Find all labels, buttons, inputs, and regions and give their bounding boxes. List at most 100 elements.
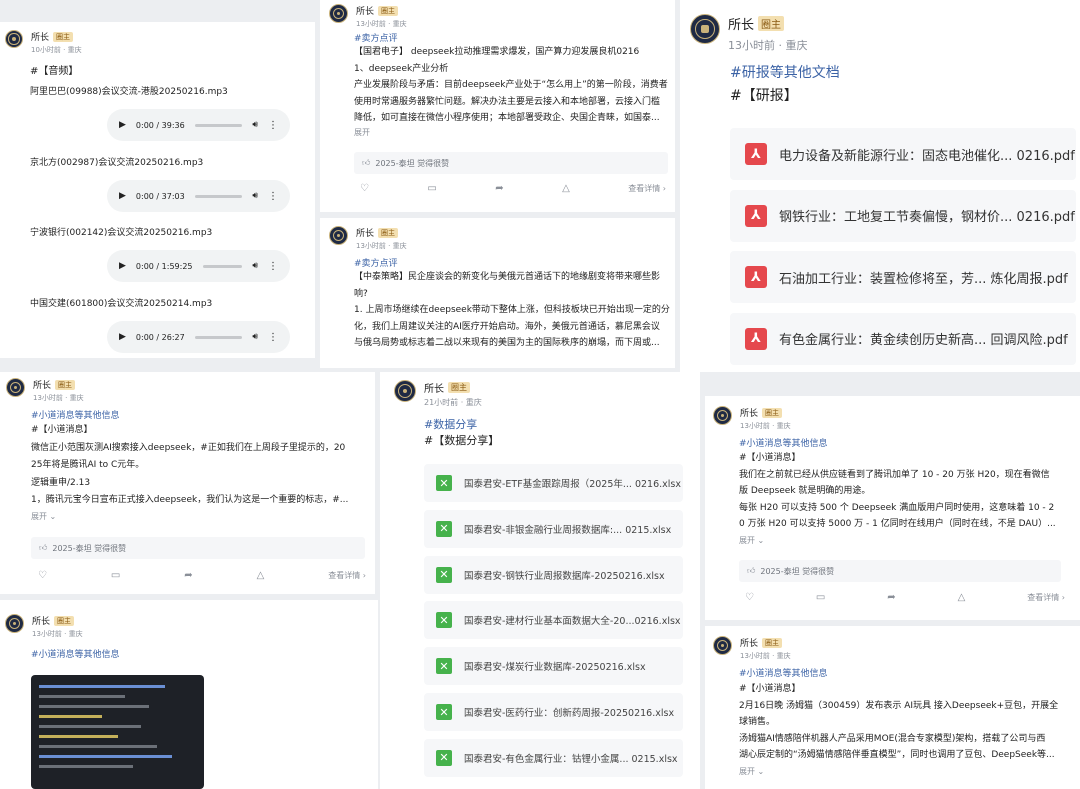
expand-link[interactable]: 展开 ⌄ bbox=[31, 511, 56, 522]
author-name[interactable]: 所长 bbox=[33, 378, 51, 391]
author-name[interactable]: 所长 bbox=[32, 614, 50, 627]
author-name[interactable]: 所长 bbox=[740, 406, 758, 419]
audio-player[interactable]: ▶ 0:00 / 26:27 🔊︎ ⋮ bbox=[107, 321, 290, 353]
volume-icon[interactable]: 🔊︎ bbox=[252, 332, 258, 342]
expand-link[interactable]: 展开 ⌄ bbox=[739, 766, 764, 777]
report-icon[interactable]: △ bbox=[257, 570, 265, 581]
comment-icon[interactable]: ▭ bbox=[111, 570, 120, 581]
author-avatar[interactable] bbox=[5, 614, 24, 633]
excel-file-icon: ✕ bbox=[436, 658, 452, 675]
thumbs-up-icon: 👍︎ bbox=[39, 543, 48, 552]
author-name[interactable]: 所长 bbox=[728, 14, 754, 33]
author-avatar[interactable] bbox=[394, 380, 416, 402]
excel-file-icon: ✕ bbox=[436, 704, 452, 720]
post-time: 13小时前 · 重庆 bbox=[728, 39, 808, 52]
post-text-line: 1. 上周市场继续在deepseek带动下整体上涨，但科技板块已开始出现一定的分 bbox=[354, 305, 670, 315]
post-tag[interactable]: #小道消息等其他信息 bbox=[31, 408, 120, 421]
post-tag[interactable]: #卖方点评 bbox=[354, 31, 398, 44]
pdf-attachment[interactable]: ⅄ 石油加工行业：装置检修将至，芳... 炼化周报.pdf bbox=[730, 251, 1076, 303]
owner-badge: 圈主 bbox=[762, 407, 783, 418]
post-tag[interactable]: #研报等其他文档 bbox=[730, 62, 840, 82]
expand-link[interactable]: 展开 ⌄ bbox=[739, 535, 764, 546]
post-image-thumbnail[interactable] bbox=[31, 675, 204, 789]
audio-time: 0:00 / 37:03 bbox=[135, 191, 185, 201]
author-name[interactable]: 所长 bbox=[356, 4, 374, 17]
audio-progress[interactable] bbox=[194, 194, 243, 198]
xlsx-attachment[interactable]: ✕ 国泰君安-ETF基金跟踪周报（2025年... 0216.xlsx bbox=[424, 464, 683, 502]
audio-player[interactable]: ▶ 0:00 / 1:59:25 🔊︎ ⋮ bbox=[107, 250, 290, 282]
volume-icon[interactable]: 🔊︎ bbox=[252, 120, 258, 130]
more-options-icon[interactable]: ⋮ bbox=[268, 191, 278, 202]
audio-file-name: 中国交建(601800)会议交流20250214.mp3 bbox=[30, 299, 213, 309]
author-name[interactable]: 所长 bbox=[31, 30, 49, 43]
xlsx-attachment[interactable]: ✕ 国泰君安-建材行业基本面数据大全-20...0216.xlsx bbox=[424, 601, 683, 640]
pdf-attachment[interactable]: ⅄ 钢铁行业：工地复工节奏偏慢，钢材价... 0216.pdf bbox=[730, 189, 1076, 242]
view-detail-link[interactable]: 查看详情 › bbox=[628, 183, 666, 194]
like-icon[interactable]: ♡ bbox=[360, 183, 369, 194]
author-avatar[interactable] bbox=[5, 30, 23, 48]
author-avatar[interactable] bbox=[329, 226, 348, 245]
author-name[interactable]: 所长 bbox=[740, 636, 758, 649]
play-icon[interactable]: ▶ bbox=[119, 120, 126, 130]
post-tag[interactable]: #数据分享 bbox=[424, 416, 477, 432]
xlsx-attachment[interactable]: ✕ 国泰君安-医药行业：创新药周报-20250216.xlsx bbox=[424, 693, 683, 731]
post-time: 21小时前 · 重庆 bbox=[424, 398, 482, 407]
author-avatar[interactable] bbox=[713, 406, 732, 425]
play-icon[interactable]: ▶ bbox=[119, 191, 126, 201]
audio-progress[interactable] bbox=[194, 123, 243, 127]
report-icon[interactable]: △ bbox=[958, 592, 966, 603]
more-options-icon[interactable]: ⋮ bbox=[268, 261, 278, 272]
post-tag[interactable]: #小道消息等其他信息 bbox=[739, 666, 828, 679]
audio-player[interactable]: ▶ 0:00 / 39:36 🔊︎ ⋮ bbox=[107, 109, 290, 141]
audio-progress[interactable] bbox=[202, 264, 243, 268]
post-tag[interactable]: #小道消息等其他信息 bbox=[739, 436, 828, 449]
post-card-data: 所长 圈主 21小时前 · 重庆 #数据分享 #【数据分享】 ✕ 国泰君安-ETF基… bbox=[380, 372, 700, 789]
audio-file-name: 京北方(002987)会议交流20250216.mp3 bbox=[30, 158, 204, 168]
owner-badge: 圈主 bbox=[55, 379, 76, 390]
author-name[interactable]: 所长 bbox=[424, 380, 444, 395]
action-bar: ♡ ▭ ➦ △ 查看详情 › bbox=[745, 592, 1065, 603]
thumbs-up-icon: 👍︎ bbox=[747, 566, 756, 575]
pdf-attachment[interactable]: ⅄ 有色金属行业：黄金续创历史新高... 回调风险.pdf bbox=[730, 312, 1076, 365]
excel-file-icon: ✕ bbox=[436, 520, 452, 537]
author-avatar[interactable] bbox=[690, 14, 720, 44]
post-tag[interactable]: #小道消息等其他信息 bbox=[31, 647, 120, 660]
more-options-icon[interactable]: ⋮ bbox=[268, 120, 278, 131]
report-icon[interactable]: △ bbox=[562, 183, 570, 194]
pdf-attachment[interactable]: ⅄ 电力设备及新能源行业：固态电池催化... 0216.pdf bbox=[730, 128, 1076, 180]
play-icon[interactable]: ▶ bbox=[119, 332, 126, 342]
attachment-name: 国泰君安-非银金融行业周报数据库:... 0215.xlsx bbox=[464, 524, 672, 536]
comment-icon[interactable]: ▭ bbox=[427, 183, 436, 194]
xlsx-attachment[interactable]: ✕ 国泰君安-钢铁行业周报数据库-20250216.xlsx bbox=[424, 555, 683, 594]
author-avatar[interactable] bbox=[6, 378, 25, 397]
volume-icon[interactable]: 🔊︎ bbox=[252, 261, 258, 271]
play-icon[interactable]: ▶ bbox=[119, 261, 126, 271]
post-tag[interactable]: #卖方点评 bbox=[354, 256, 398, 269]
xlsx-attachment[interactable]: ✕ 国泰君安-有色金属行业：钴锂小金属... 0215.xlsx bbox=[424, 738, 683, 777]
like-icon[interactable]: ♡ bbox=[38, 570, 47, 581]
author-avatar[interactable] bbox=[713, 636, 732, 655]
author-avatar[interactable] bbox=[329, 4, 348, 23]
xlsx-attachment[interactable]: ✕ 国泰君安-非银金融行业周报数据库:... 0215.xlsx bbox=[424, 509, 683, 548]
like-text: 2025-泰坦 觉得很赞 bbox=[760, 566, 835, 576]
expand-link[interactable]: 展开 bbox=[354, 127, 370, 138]
share-icon[interactable]: ➦ bbox=[495, 183, 503, 194]
post-card-tomcat: 所长 圈主 13小时前 · 重庆 #小道消息等其他信息 #【小道消息】 2月16日晚… bbox=[705, 626, 1080, 789]
share-icon[interactable]: ➦ bbox=[887, 592, 895, 603]
like-icon[interactable]: ♡ bbox=[745, 592, 754, 603]
post-text-line: 逻辑重申/2.13 bbox=[31, 477, 91, 488]
like-text: 2025-泰坦 觉得很赞 bbox=[375, 158, 450, 168]
more-options-icon[interactable]: ⋮ bbox=[268, 332, 278, 343]
owner-badge: 圈主 bbox=[758, 16, 785, 31]
view-detail-link[interactable]: 查看详情 › bbox=[1027, 592, 1065, 603]
audio-progress[interactable] bbox=[194, 335, 243, 339]
view-detail-link[interactable]: 查看详情 › bbox=[328, 570, 366, 581]
pdf-file-icon: ⅄ bbox=[745, 204, 767, 227]
comment-icon[interactable]: ▭ bbox=[816, 592, 825, 603]
xlsx-attachment[interactable]: ✕ 国泰君安-煤炭行业数据库-20250216.xlsx bbox=[424, 647, 683, 686]
audio-player[interactable]: ▶ 0:00 / 37:03 🔊︎ ⋮ bbox=[107, 180, 290, 212]
author-name[interactable]: 所长 bbox=[356, 226, 374, 239]
share-icon[interactable]: ➦ bbox=[184, 570, 192, 581]
volume-icon[interactable]: 🔊︎ bbox=[252, 191, 258, 201]
post-card-image: 所长 圈主 13小时前 · 重庆 #小道消息等其他信息 bbox=[0, 600, 378, 789]
